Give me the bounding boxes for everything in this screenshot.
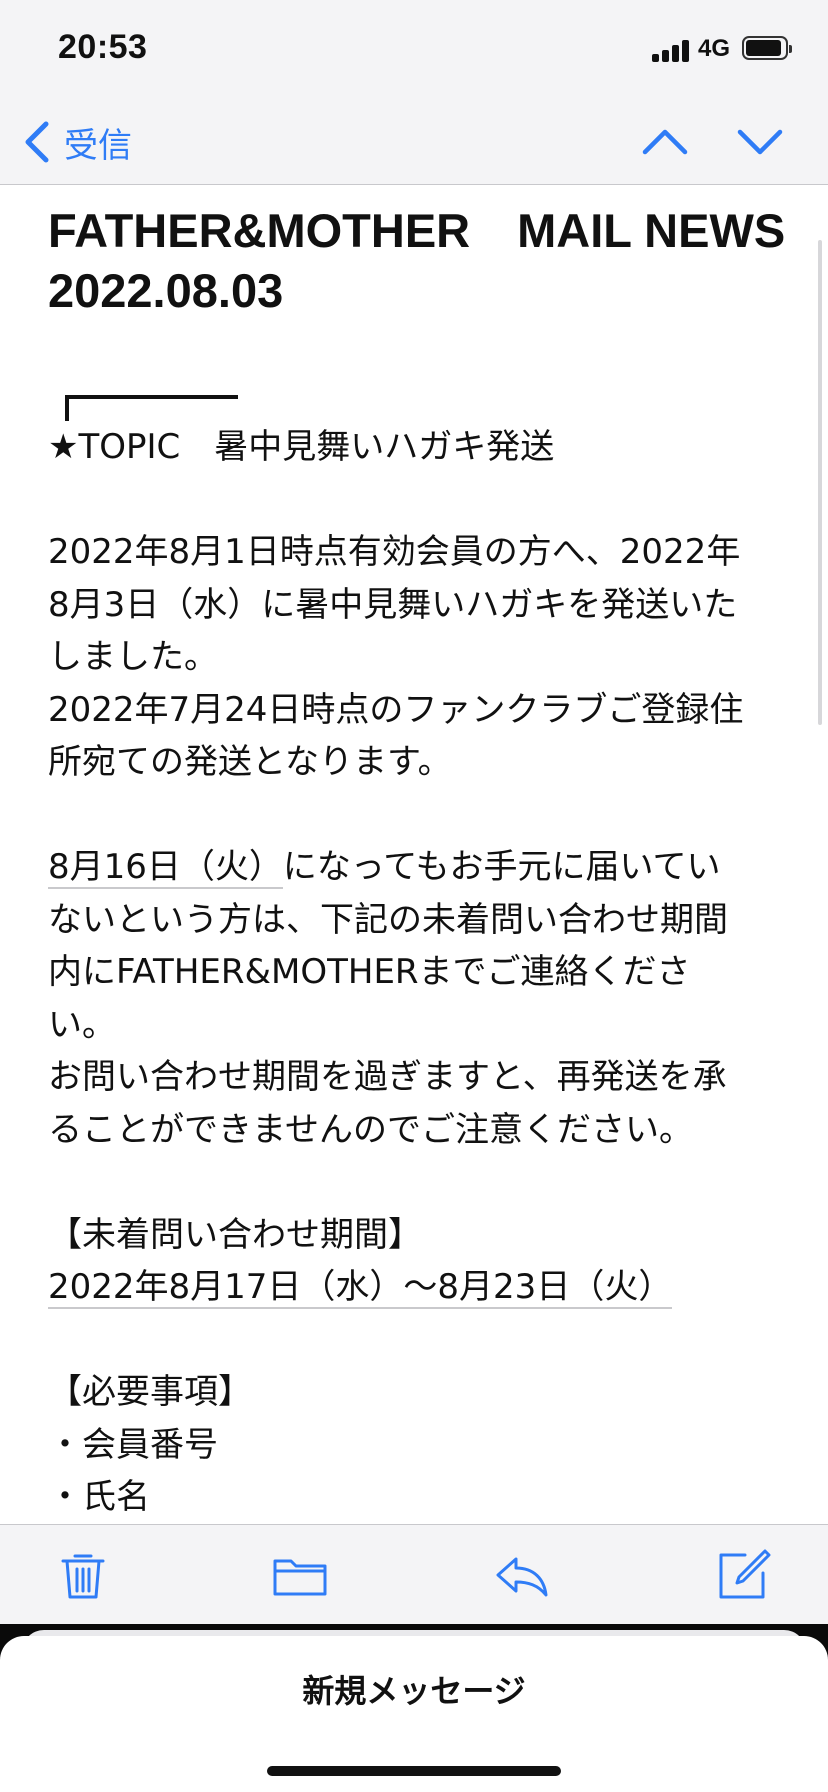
body-line: い。 [48, 1004, 116, 1045]
status-bar: 20:53 4G [0, 0, 828, 100]
trash-icon[interactable] [55, 1547, 111, 1603]
compose-icon[interactable] [715, 1547, 771, 1603]
body-line [48, 474, 788, 527]
network-type: 4G [698, 35, 731, 62]
body-line [48, 789, 788, 842]
message-subject: FATHER&MOTHER MAIL NEWS 2022.08.03 [48, 201, 788, 321]
body-line: ・会員番号 [48, 1424, 218, 1465]
next-message-chevron-down-icon[interactable] [736, 120, 784, 164]
new-message-title[interactable]: 新規メッセージ [0, 1666, 828, 1712]
body-line-with-date-link: 8月16日（火）になってもお手元に届いてい [48, 841, 788, 894]
status-time: 20:53 [58, 28, 148, 66]
body-line: ないという方は、下記の未着問い合わせ期間 [48, 899, 728, 940]
cellular-signal-icon [652, 38, 692, 62]
message-body: ★TOPIC 暑中見舞いハガキ発送 2022年8月1日時点有効会員の方へ、202… [48, 421, 788, 1523]
chevron-left-icon [25, 121, 49, 163]
body-line [48, 1314, 788, 1367]
bottom-toolbar [0, 1524, 828, 1625]
body-line: 内にFATHER&MOTHERまでご連絡くださ [48, 952, 691, 992]
corner-bracket-decoration [65, 395, 238, 421]
date-range-link[interactable]: 2022年8月17日（水）～8月23日（火） [48, 1267, 673, 1309]
back-button[interactable]: 受信 [24, 114, 132, 170]
body-line [48, 1156, 788, 1209]
body-line: ・氏名 [48, 1477, 150, 1517]
body-line-date-range: 2022年8月17日（水）～8月23日（火） [48, 1261, 788, 1314]
home-indicator[interactable] [267, 1766, 561, 1776]
body-line: ることができませんのでご注意ください。 [48, 1109, 693, 1150]
body-line: 2022年8月1日時点有効会員の方へ、2022年 [48, 532, 741, 572]
date-link[interactable]: 8月16日（火） [48, 847, 283, 889]
body-line: お問い合わせ期間を過ぎますと、再発送を承 [48, 1057, 727, 1097]
body-line: 8月3日（水）に暑中見舞いハガキを発送いた [48, 584, 738, 625]
body-line: 所宛ての発送となります。 [48, 742, 452, 782]
battery-icon [742, 36, 792, 60]
body-line: 【未着問い合わせ期間】 [48, 1214, 422, 1255]
navigation-bar: 受信 [0, 100, 828, 185]
subject-line-2: 2022.08.03 [48, 264, 284, 317]
reply-icon[interactable] [494, 1547, 550, 1603]
body-line-rest: になってもお手元に届いてい [282, 847, 721, 887]
body-line: ★TOPIC 暑中見舞いハガキ発送 [48, 427, 555, 467]
subject-line-1: FATHER&MOTHER MAIL NEWS [48, 204, 786, 257]
body-line: 2022年7月24日時点のファンクラブご登録住 [48, 689, 744, 730]
body-line: 【必要事項】 [48, 1372, 252, 1412]
back-label: 受信 [64, 125, 132, 166]
scrollbar[interactable] [818, 240, 822, 725]
body-line: しました。 [48, 637, 218, 677]
previous-message-chevron-up-icon[interactable] [641, 120, 689, 164]
message-content[interactable]: FATHER&MOTHER MAIL NEWS 2022.08.03 ★TOPI… [0, 185, 828, 1523]
folder-icon[interactable] [272, 1547, 328, 1603]
